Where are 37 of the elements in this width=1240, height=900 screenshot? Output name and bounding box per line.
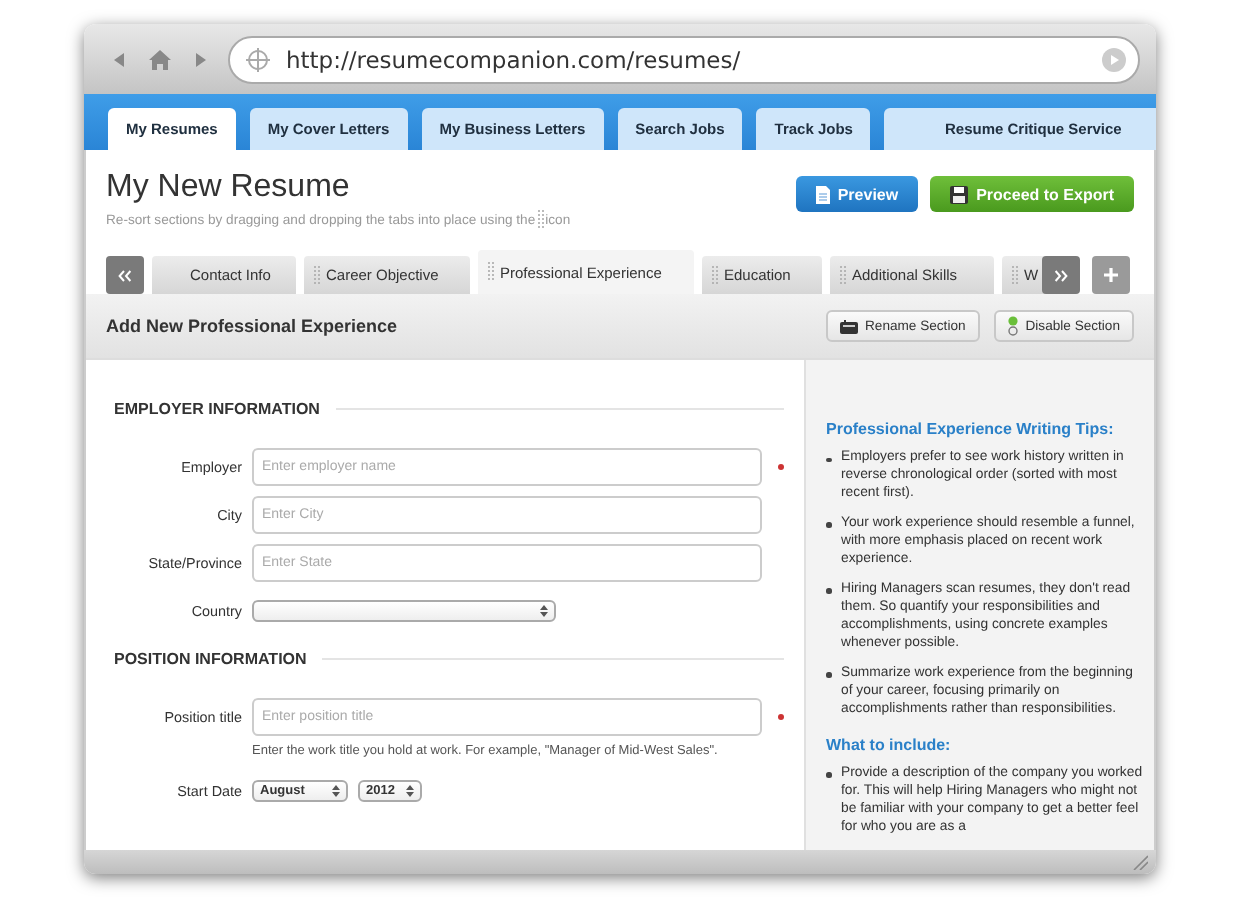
group-heading: POSITION INFORMATION	[114, 650, 307, 668]
document-icon	[815, 185, 830, 203]
country-select[interactable]	[252, 599, 556, 621]
caret-icon	[406, 783, 414, 797]
tips-heading: What to include:	[826, 735, 953, 754]
keyboard-icon	[839, 319, 858, 333]
group-heading: EMPLOYER INFORMATION	[114, 400, 320, 418]
preview-button[interactable]: Preview	[795, 176, 919, 212]
caret-icon	[540, 603, 548, 617]
bullet-icon	[826, 772, 831, 778]
drag-handle-icon	[314, 263, 320, 287]
go-icon[interactable]	[1102, 47, 1126, 71]
bullet-icon	[826, 672, 831, 678]
page-title: My New Resume	[106, 170, 352, 206]
add-section-button[interactable]	[1092, 256, 1130, 294]
double-chevron-left-icon	[118, 269, 132, 281]
resize-grip-icon[interactable]	[1132, 854, 1148, 870]
double-chevron-right-icon	[1054, 269, 1068, 281]
globe-icon	[246, 47, 270, 71]
bullet-icon	[826, 457, 831, 462]
scroll-left-button[interactable]	[106, 256, 144, 294]
drag-handle-icon	[840, 263, 846, 287]
bullet-icon	[826, 522, 831, 528]
tips-heading: Professional Experience Writing Tips:	[826, 420, 1116, 438]
url-text: http://resumecompanion.com/resumes/	[286, 45, 743, 73]
scroll-right-button[interactable]	[1042, 256, 1080, 294]
drag-handle-icon	[537, 208, 544, 232]
bullet-icon	[826, 588, 831, 594]
plus-icon	[1104, 268, 1118, 282]
home-icon[interactable]	[148, 47, 172, 71]
drag-handle-icon	[1012, 263, 1018, 287]
drag-handle-icon	[712, 263, 718, 287]
caret-icon	[332, 783, 340, 797]
section-title: Add New Professional Experience	[106, 316, 398, 336]
toggle-icon	[1007, 316, 1018, 336]
drag-handle-icon	[488, 260, 494, 284]
address-bar[interactable]: http://resumecompanion.com/resumes/	[228, 35, 1140, 83]
